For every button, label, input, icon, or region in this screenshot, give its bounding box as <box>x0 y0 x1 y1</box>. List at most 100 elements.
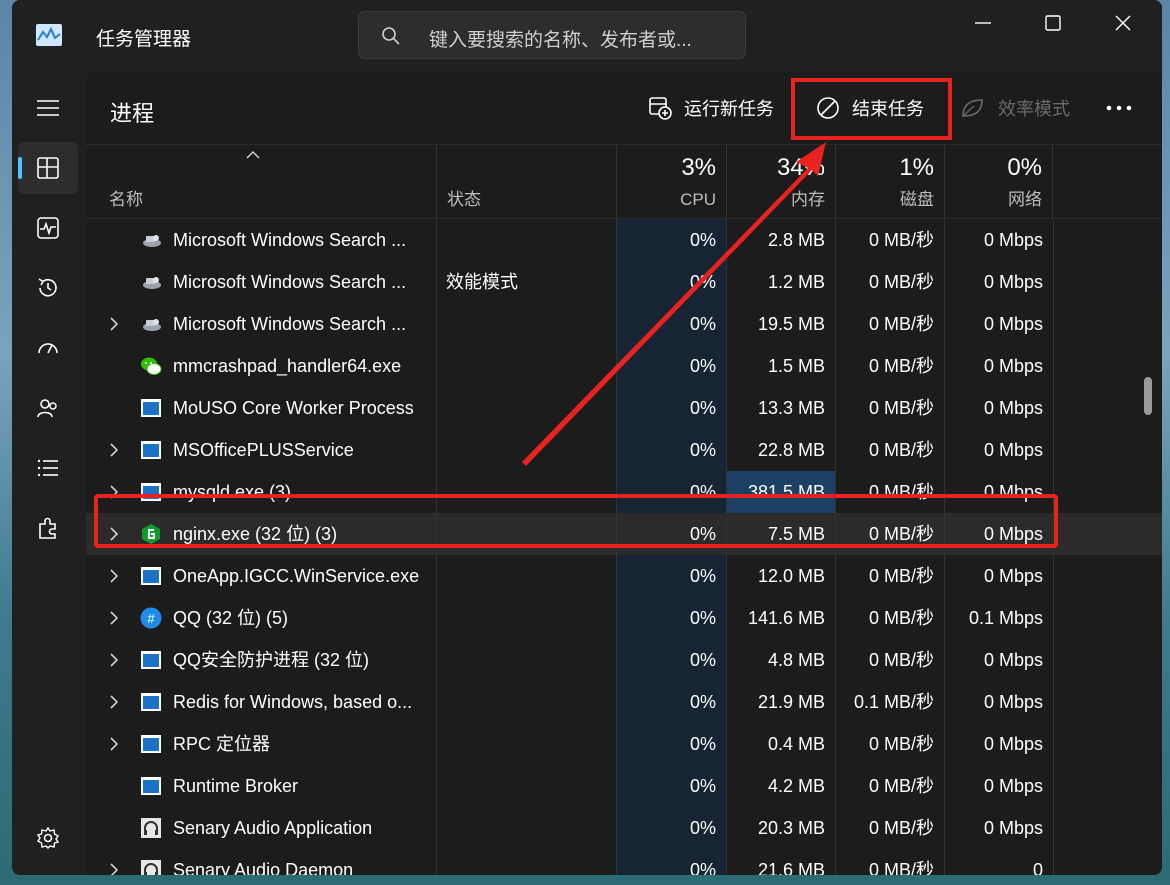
column-header-status[interactable]: 状态 <box>436 144 616 218</box>
search-input[interactable]: 键入要搜索的名称、发布者或... <box>358 11 746 59</box>
history-icon <box>38 278 57 297</box>
expand-chevron-icon[interactable] <box>110 653 119 672</box>
sidebar-item-startup[interactable] <box>18 322 78 374</box>
expand-chevron-icon[interactable] <box>110 569 119 588</box>
sidebar-item-performance[interactable] <box>18 202 78 254</box>
more-options-button[interactable] <box>1106 86 1144 130</box>
process-network: 0 Mbps <box>983 230 1043 250</box>
process-memory: 21.9 MB <box>757 692 825 712</box>
minimize-button[interactable] <box>948 0 1018 46</box>
end-task-button[interactable]: 结束任务 <box>816 86 924 130</box>
table-row[interactable]: QQ安全防护进程 (32 位) 0% 4.8 MB 0 MB/秒 0 Mbps <box>86 639 1162 681</box>
cpu-column-label: CPU <box>680 190 716 209</box>
expand-chevron-icon[interactable] <box>110 737 119 756</box>
process-disk: 0 MB/秒 <box>868 230 934 250</box>
sidebar-item-app-history[interactable] <box>18 262 78 314</box>
process-memory: 20.3 MB <box>757 818 825 838</box>
process-network: 0 Mbps <box>983 692 1043 712</box>
process-memory: 381.5 MB <box>747 482 825 502</box>
expand-chevron-icon[interactable] <box>110 485 119 504</box>
process-name: Runtime Broker <box>173 776 299 796</box>
column-header-disk[interactable]: 1% 磁盘 <box>835 144 944 218</box>
table-row[interactable]: Microsoft Windows Search ... 0% 19.5 MB 0 M… <box>86 303 1162 345</box>
memory-column-label: 内存 <box>791 190 825 209</box>
task-manager-window: 任务管理器 键入要搜索的名称、发布者或... 进程 运行新任务 结束任务 效率模… <box>12 0 1162 875</box>
hamburger-menu-button[interactable] <box>18 82 78 134</box>
qq-icon: # <box>140 607 162 629</box>
command-bar: 进程 运行新任务 结束任务 效率模式 <box>86 72 1162 145</box>
process-network: 0 Mbps <box>983 482 1043 502</box>
process-status: 效能模式 <box>446 272 518 292</box>
process-memory: 141.6 MB <box>747 608 825 628</box>
expand-chevron-icon[interactable] <box>110 443 119 462</box>
process-status <box>446 765 616 807</box>
column-header-cpu[interactable]: 3% CPU <box>616 144 726 218</box>
run-new-task-button[interactable]: 运行新任务 <box>648 86 774 130</box>
process-cpu: 0% <box>689 482 716 502</box>
process-cpu: 0% <box>689 440 716 460</box>
sidebar-item-details[interactable] <box>18 442 78 494</box>
table-row[interactable]: mysqld.exe (3) 0% 381.5 MB 0 MB/秒 0 Mbps <box>86 471 1162 513</box>
close-button[interactable] <box>1088 0 1158 46</box>
search-indexer-icon <box>140 313 162 335</box>
expand-chevron-icon[interactable] <box>110 611 119 630</box>
process-status <box>446 723 616 765</box>
table-row[interactable]: Senary Audio Daemon 0% 21.6 MB 0 MB/秒 0 <box>86 849 1162 875</box>
users-icon <box>37 399 57 418</box>
maximize-button[interactable] <box>1018 0 1088 46</box>
table-row[interactable]: MoUSO Core Worker Process 0% 13.3 MB 0 MB/秒… <box>86 387 1162 429</box>
efficiency-mode-button[interactable]: 效率模式 <box>960 86 1070 130</box>
expand-chevron-icon[interactable] <box>110 695 119 714</box>
wechat-icon <box>140 355 162 377</box>
process-network: 0 Mbps <box>983 524 1043 544</box>
process-status <box>446 345 616 387</box>
column-divider <box>616 219 617 875</box>
process-status <box>446 849 616 875</box>
vertical-scrollbar[interactable] <box>1144 377 1152 415</box>
table-row[interactable]: mmcrashpad_handler64.exe 0% 1.5 MB 0 MB/秒 0 … <box>86 345 1162 387</box>
process-cpu: 0% <box>689 650 716 670</box>
column-name-label: 名称 <box>109 190 143 209</box>
sidebar-item-users[interactable] <box>18 382 78 434</box>
process-memory: 13.3 MB <box>757 398 825 418</box>
sidebar-item-services[interactable] <box>18 502 78 554</box>
title-bar: 任务管理器 键入要搜索的名称、发布者或... <box>12 0 1162 72</box>
table-row[interactable]: Microsoft Windows Search ... 0% 2.8 MB 0 MB… <box>86 219 1162 261</box>
process-memory: 19.5 MB <box>757 314 825 334</box>
column-header-network[interactable]: 0% 网络 <box>944 144 1053 218</box>
process-status <box>446 219 616 261</box>
table-row[interactable]: Microsoft Windows Search ... 效能模式 0% 1.2 MB… <box>86 261 1162 303</box>
table-row[interactable]: # QQ (32 位) (5) 0% 141.6 MB 0 MB/秒 0.1 Mbps <box>86 597 1162 639</box>
expand-chevron-icon[interactable] <box>110 527 119 546</box>
table-row[interactable]: nginx.exe (32 位) (3) 0% 7.5 MB 0 MB/秒 0 Mbps <box>86 513 1162 555</box>
process-network: 0 Mbps <box>983 398 1043 418</box>
sidebar-item-settings[interactable] <box>18 812 78 864</box>
nginx-icon <box>140 523 162 545</box>
table-row[interactable]: Redis for Windows, based o... 0% 21.9 MB 0.… <box>86 681 1162 723</box>
expand-chevron-icon[interactable] <box>110 317 119 336</box>
process-network: 0 Mbps <box>983 776 1043 796</box>
process-network: 0.1 Mbps <box>968 608 1043 628</box>
table-row[interactable]: MSOfficePLUSService 0% 22.8 MB 0 MB/秒 0 Mbps <box>86 429 1162 471</box>
process-memory: 4.2 MB <box>767 776 825 796</box>
expand-chevron-icon[interactable] <box>110 863 119 875</box>
search-placeholder: 键入要搜索的名称、发布者或... <box>429 30 692 51</box>
column-header-name[interactable]: 名称 <box>86 144 436 218</box>
process-network: 0 Mbps <box>983 356 1043 376</box>
table-row[interactable]: Senary Audio Application 0% 20.3 MB 0 MB/秒 0… <box>86 807 1162 849</box>
process-cpu: 0% <box>689 734 716 754</box>
column-divider <box>436 219 437 875</box>
process-status <box>446 471 616 513</box>
process-disk: 0 MB/秒 <box>868 818 934 838</box>
process-cpu: 0% <box>689 524 716 544</box>
process-disk: 0 MB/秒 <box>868 314 934 334</box>
table-row[interactable]: RPC 定位器 0% 0.4 MB 0 MB/秒 0 Mbps <box>86 723 1162 765</box>
column-header-memory[interactable]: 34% 内存 <box>726 144 835 218</box>
app-window-icon <box>140 565 162 587</box>
table-row[interactable]: OneApp.IGCC.WinService.exe 0% 12.0 MB 0 MB/… <box>86 555 1162 597</box>
sidebar-item-processes[interactable] <box>18 142 78 194</box>
app-window-icon <box>140 439 162 461</box>
app-window-icon <box>140 481 162 503</box>
table-row[interactable]: Runtime Broker 0% 4.2 MB 0 MB/秒 0 Mbps <box>86 765 1162 807</box>
process-disk: 0 MB/秒 <box>868 566 934 586</box>
